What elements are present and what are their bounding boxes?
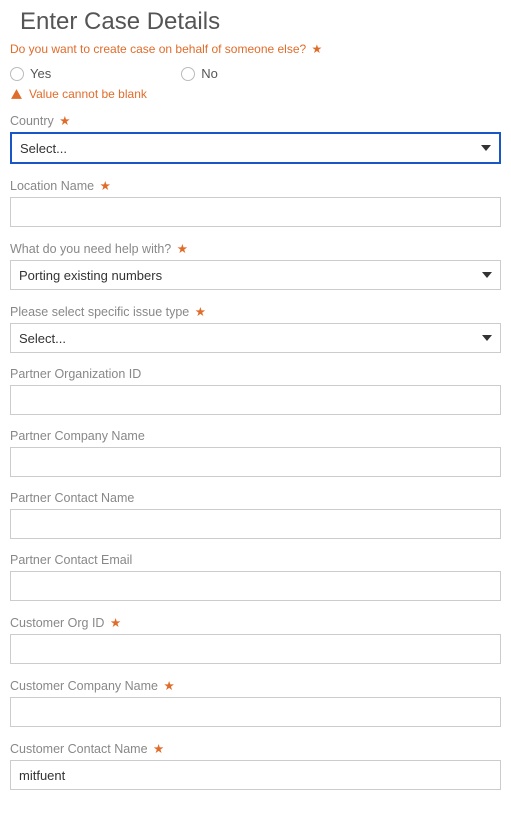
- partner-contact-name-label: Partner Contact Name: [10, 491, 501, 505]
- required-star: ★: [163, 679, 174, 693]
- required-star: ★: [195, 305, 206, 319]
- customer-org-id-input[interactable]: [10, 634, 501, 664]
- behalf-question: Do you want to create case on behalf of …: [10, 42, 501, 56]
- field-customer-contact-name: Customer Contact Name ★: [10, 741, 501, 790]
- required-star: ★: [100, 179, 111, 193]
- field-partner-org-id: Partner Organization ID: [10, 367, 501, 415]
- radio-no[interactable]: No: [181, 66, 218, 81]
- location-name-label: Location Name ★: [10, 178, 501, 193]
- field-country: Country ★ Select...: [10, 113, 501, 164]
- partner-company-input[interactable]: [10, 447, 501, 477]
- radio-no-label: No: [201, 66, 218, 81]
- customer-company-input[interactable]: [10, 697, 501, 727]
- behalf-question-text: Do you want to create case on behalf of …: [10, 42, 306, 56]
- field-help-with: What do you need help with? ★ Porting ex…: [10, 241, 501, 290]
- page-title: Enter Case Details: [20, 8, 501, 36]
- label-text: Customer Company Name: [10, 679, 158, 693]
- radio-yes-label: Yes: [30, 66, 51, 81]
- field-partner-contact-email: Partner Contact Email: [10, 553, 501, 601]
- label-text: Location Name: [10, 179, 94, 193]
- label-text: Country: [10, 114, 54, 128]
- required-star: ★: [312, 42, 323, 56]
- country-label: Country ★: [10, 113, 501, 128]
- warning-icon: [10, 88, 23, 101]
- field-location-name: Location Name ★: [10, 178, 501, 227]
- location-name-input[interactable]: [10, 197, 501, 227]
- behalf-radio-group: Yes No: [10, 66, 501, 81]
- error-text: Value cannot be blank: [29, 87, 147, 101]
- issue-type-select[interactable]: Select...: [10, 323, 501, 353]
- help-with-label: What do you need help with? ★: [10, 241, 501, 256]
- help-with-select[interactable]: Porting existing numbers: [10, 260, 501, 290]
- partner-company-label: Partner Company Name: [10, 429, 501, 443]
- field-partner-company: Partner Company Name: [10, 429, 501, 477]
- radio-circle-icon: [181, 67, 195, 81]
- issue-type-label: Please select specific issue type ★: [10, 304, 501, 319]
- partner-contact-email-input[interactable]: [10, 571, 501, 601]
- error-message: Value cannot be blank: [10, 87, 501, 101]
- label-text: What do you need help with?: [10, 242, 171, 256]
- radio-circle-icon: [10, 67, 24, 81]
- label-text: Please select specific issue type: [10, 305, 189, 319]
- customer-contact-name-label: Customer Contact Name ★: [10, 741, 501, 756]
- customer-company-label: Customer Company Name ★: [10, 678, 501, 693]
- country-select[interactable]: Select...: [10, 132, 501, 164]
- required-star: ★: [110, 616, 121, 630]
- customer-org-id-label: Customer Org ID ★: [10, 615, 501, 630]
- field-customer-org-id: Customer Org ID ★: [10, 615, 501, 664]
- field-partner-contact-name: Partner Contact Name: [10, 491, 501, 539]
- partner-contact-email-label: Partner Contact Email: [10, 553, 501, 567]
- customer-contact-name-input[interactable]: [10, 760, 501, 790]
- partner-contact-name-input[interactable]: [10, 509, 501, 539]
- partner-org-id-input[interactable]: [10, 385, 501, 415]
- radio-yes[interactable]: Yes: [10, 66, 51, 81]
- label-text: Customer Contact Name: [10, 742, 148, 756]
- required-star: ★: [177, 242, 188, 256]
- required-star: ★: [59, 114, 70, 128]
- required-star: ★: [153, 742, 164, 756]
- field-customer-company: Customer Company Name ★: [10, 678, 501, 727]
- label-text: Customer Org ID: [10, 616, 104, 630]
- field-issue-type: Please select specific issue type ★ Sele…: [10, 304, 501, 353]
- partner-org-id-label: Partner Organization ID: [10, 367, 501, 381]
